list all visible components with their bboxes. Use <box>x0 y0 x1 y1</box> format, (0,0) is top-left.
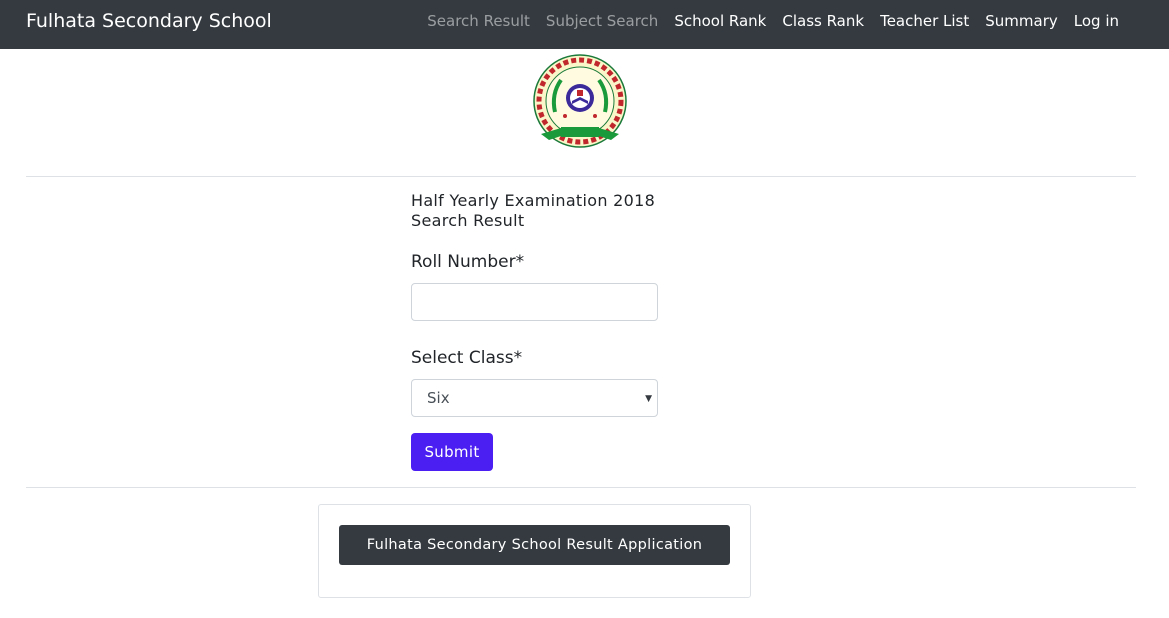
submit-button[interactable]: Submit <box>411 433 493 471</box>
search-form: Half Yearly Examination 2018 Search Resu… <box>411 191 658 471</box>
top-navbar: Fulhata Secondary School Search Result S… <box>0 0 1169 49</box>
class-select[interactable]: Six ▼ <box>411 379 658 417</box>
nav-links: Search Result Subject Search School Rank… <box>419 10 1127 32</box>
footer-card: Fulhata Secondary School Result Applicat… <box>318 504 751 598</box>
caret-down-icon: ▼ <box>645 394 652 404</box>
nav-teacher-list[interactable]: Teacher List <box>872 10 977 32</box>
roll-number-label: Roll Number* <box>411 252 525 272</box>
divider-top <box>26 176 1136 177</box>
exam-title: Half Yearly Examination 2018 <box>411 191 656 210</box>
nav-log-in[interactable]: Log in <box>1066 10 1127 32</box>
roll-number-input[interactable] <box>411 283 658 321</box>
divider-bottom <box>26 487 1136 488</box>
search-result-subtitle: Search Result <box>411 211 525 230</box>
nav-school-rank[interactable]: School Rank <box>666 10 774 32</box>
result-application-button[interactable]: Fulhata Secondary School Result Applicat… <box>339 525 730 565</box>
nav-summary[interactable]: Summary <box>977 10 1066 32</box>
school-emblem-svg <box>533 54 627 148</box>
nav-subject-search[interactable]: Subject Search <box>538 10 666 32</box>
nav-search-result[interactable]: Search Result <box>419 10 538 32</box>
class-select-value: Six <box>427 389 450 407</box>
school-emblem-icon <box>531 54 629 152</box>
brand-link[interactable]: Fulhata Secondary School <box>26 9 272 33</box>
nav-class-rank[interactable]: Class Rank <box>774 10 872 32</box>
select-class-label: Select Class* <box>411 348 523 368</box>
